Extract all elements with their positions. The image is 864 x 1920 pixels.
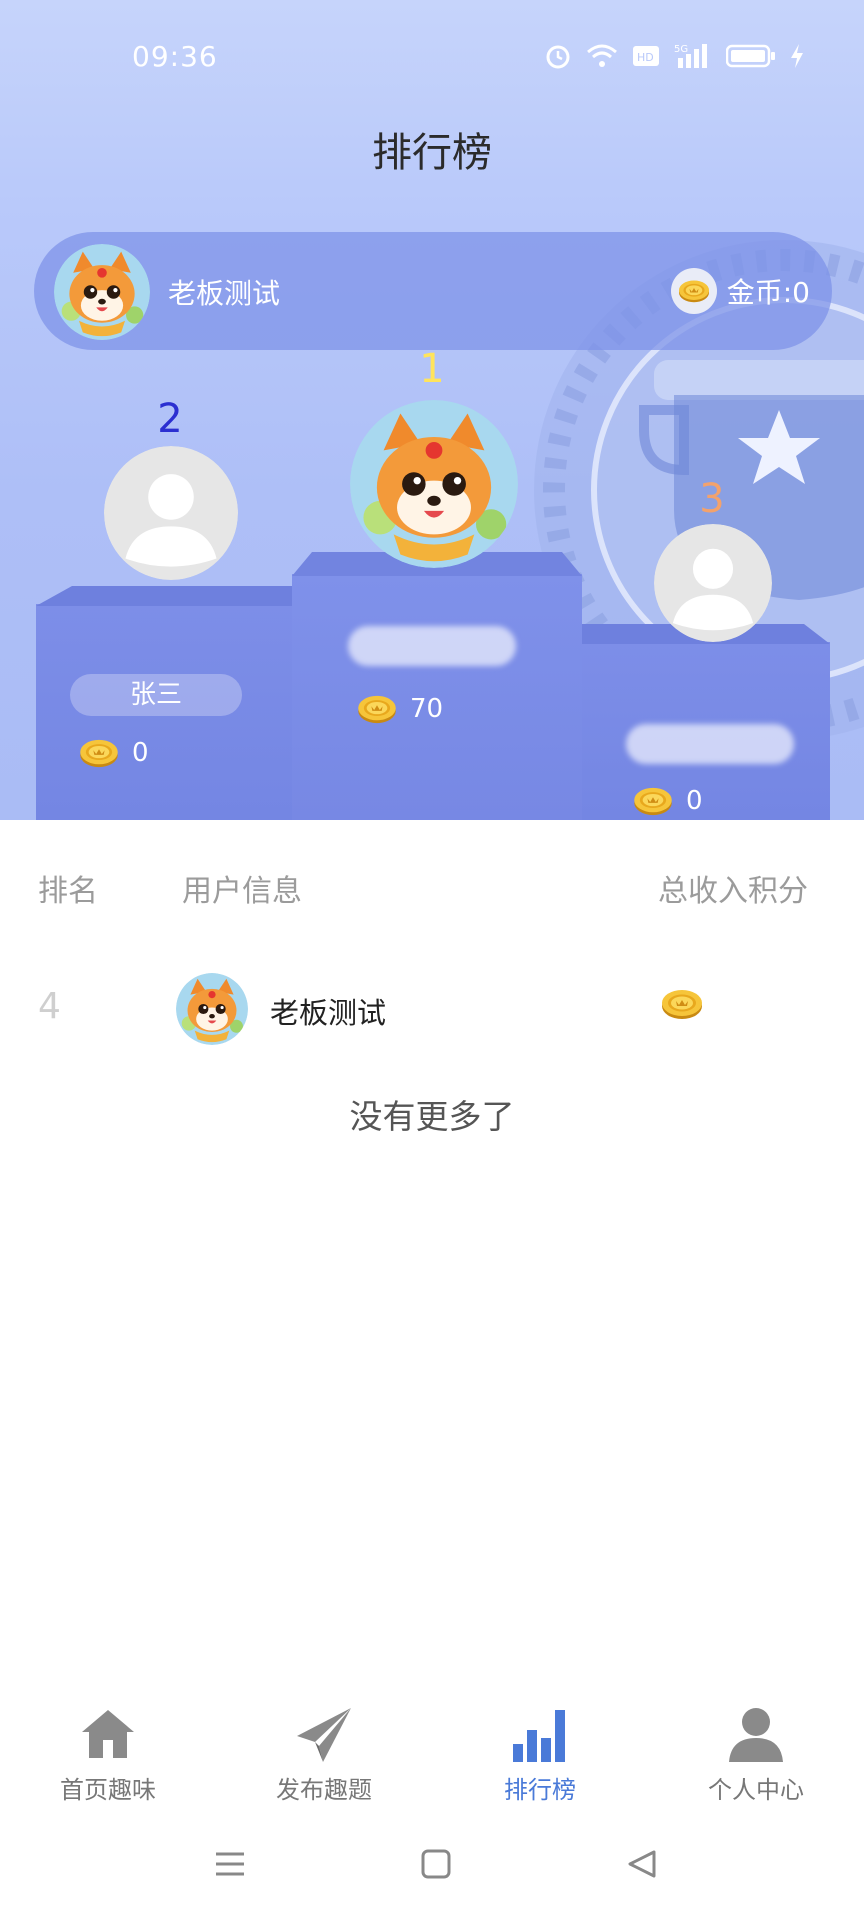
my-rank-bar[interactable]: 老板测试 金币:0 — [34, 232, 832, 350]
coin-icon — [632, 786, 674, 816]
podium-first-coins: 70 — [356, 694, 443, 724]
bottom-tab-bar: 首页趣味 发布趣题 排行榜 个人中心 — [0, 1700, 864, 1810]
podium-second-name: 张三 — [70, 674, 242, 716]
status-time: 09:36 — [132, 40, 218, 73]
my-coins-label: 金币:0 — [726, 276, 810, 309]
coin-icon — [660, 988, 704, 1020]
podium-first-name-hidden — [348, 626, 516, 666]
podium-third-coin-value: 0 — [686, 786, 703, 816]
coin-icon — [356, 694, 398, 724]
hd-icon: HD — [633, 46, 659, 66]
tab-publish[interactable]: 发布趣题 — [216, 1700, 432, 1810]
podium-second-top — [36, 586, 292, 606]
status-icons: HD 5G — [544, 42, 804, 70]
tab-ranking[interactable]: 排行榜 — [432, 1700, 648, 1810]
podium-third-coins: 0 — [632, 786, 703, 816]
podium-first-avatar[interactable] — [350, 400, 518, 568]
tab-profile-label: 个人中心 — [708, 1776, 804, 1804]
header-rank: 排名 — [38, 874, 98, 909]
rank-number-3: 3 — [699, 476, 725, 522]
podium-third-name-hidden — [626, 724, 794, 764]
my-name: 老板测试 — [168, 277, 281, 310]
header-user-info: 用户信息 — [182, 874, 302, 909]
svg-text:5G: 5G — [674, 44, 688, 55]
svg-text:HD: HD — [637, 51, 654, 64]
back-triangle-icon[interactable] — [626, 1848, 658, 1880]
rank-number-2: 2 — [157, 396, 183, 442]
podium-third-avatar[interactable] — [654, 524, 772, 642]
hero-section: 09:36 HD 5G 排行榜 老板测试 金币:0 2 张三 0 1 70 3 … — [0, 0, 864, 820]
tab-profile[interactable]: 个人中心 — [648, 1700, 864, 1810]
row-user-name: 老板测试 — [270, 996, 387, 1030]
menu-icon[interactable] — [214, 1848, 246, 1880]
my-coins: 金币:0 — [670, 268, 810, 314]
bar-chart-icon — [513, 1710, 565, 1762]
ranking-row[interactable]: 4 老板测试 — [0, 966, 864, 1052]
charging-icon — [791, 44, 803, 68]
podium-second-avatar[interactable] — [104, 446, 238, 580]
row-rank: 4 — [38, 986, 61, 1027]
home-square-icon[interactable] — [420, 1848, 452, 1880]
system-navigation-bar — [0, 1838, 864, 1898]
row-avatar — [176, 973, 248, 1045]
tab-publish-label: 发布趣题 — [276, 1776, 372, 1804]
coin-icon — [677, 279, 711, 303]
wifi-icon — [587, 44, 617, 67]
podium-first-coin-value: 70 — [410, 694, 444, 724]
ranking-list-header: 排名 用户信息 总收入积分 — [0, 866, 864, 909]
tab-home[interactable]: 首页趣味 — [0, 1700, 216, 1810]
header-total-score: 总收入积分 — [658, 874, 808, 909]
home-icon — [82, 1710, 134, 1758]
list-end-message: 没有更多了 — [349, 1097, 515, 1136]
battery-icon — [726, 44, 775, 68]
podium-second-coins: 0 — [78, 738, 149, 768]
page-title: 排行榜 — [372, 130, 492, 176]
signal-5g-icon: 5G — [674, 44, 707, 68]
alarm-icon — [546, 45, 570, 69]
tab-home-label: 首页趣味 — [60, 1776, 156, 1804]
status-bar: 09:36 HD 5G — [0, 0, 864, 110]
podium-second-coin-value: 0 — [132, 738, 149, 768]
rank-number-1: 1 — [419, 346, 445, 392]
tab-ranking-label: 排行榜 — [504, 1776, 576, 1804]
person-icon — [729, 1708, 783, 1762]
my-avatar — [54, 244, 150, 340]
coin-icon — [78, 738, 120, 768]
coin-icon-wrapper — [670, 268, 717, 314]
paper-plane-icon — [297, 1708, 351, 1762]
